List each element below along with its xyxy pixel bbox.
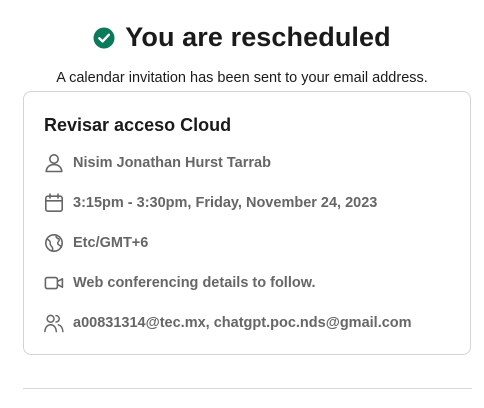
- host-name: Nisim Jonathan Hurst Tarrab: [73, 155, 271, 171]
- event-timezone: Etc/GMT+6: [73, 235, 149, 251]
- section-divider: [23, 388, 472, 389]
- host-row: Nisim Jonathan Hurst Tarrab: [44, 153, 271, 173]
- confirmation-subtitle: A calendar invitation has been sent to y…: [56, 70, 428, 86]
- people-icon: [44, 313, 64, 333]
- event-datetime: 3:15pm - 3:30pm, Friday, November 24, 20…: [73, 195, 378, 211]
- datetime-row: 3:15pm - 3:30pm, Friday, November 24, 20…: [44, 193, 377, 213]
- video-icon: [44, 273, 64, 293]
- person-icon: [44, 153, 64, 173]
- attendees-row: a00831314@tec.mx, chatgpt.poc.nds@gmail.…: [44, 313, 412, 333]
- page-title: You are rescheduled: [125, 22, 391, 52]
- globe-icon: [44, 233, 64, 253]
- confirmation-header: You are rescheduled: [0, 22, 484, 53]
- check-circle-icon: [93, 27, 115, 49]
- confirmation-page: You are rescheduled A calendar invitatio…: [0, 0, 484, 408]
- timezone-row: Etc/GMT+6: [44, 233, 148, 253]
- event-details-card: Revisar acceso Cloud Nisim Jonathan Hurs…: [23, 91, 471, 355]
- event-location: Web conferencing details to follow.: [73, 275, 316, 291]
- event-attendees: a00831314@tec.mx, chatgpt.poc.nds@gmail.…: [73, 315, 412, 331]
- location-row: Web conferencing details to follow.: [44, 273, 316, 293]
- calendar-icon: [44, 193, 64, 213]
- event-name: Revisar acceso Cloud: [44, 115, 232, 135]
